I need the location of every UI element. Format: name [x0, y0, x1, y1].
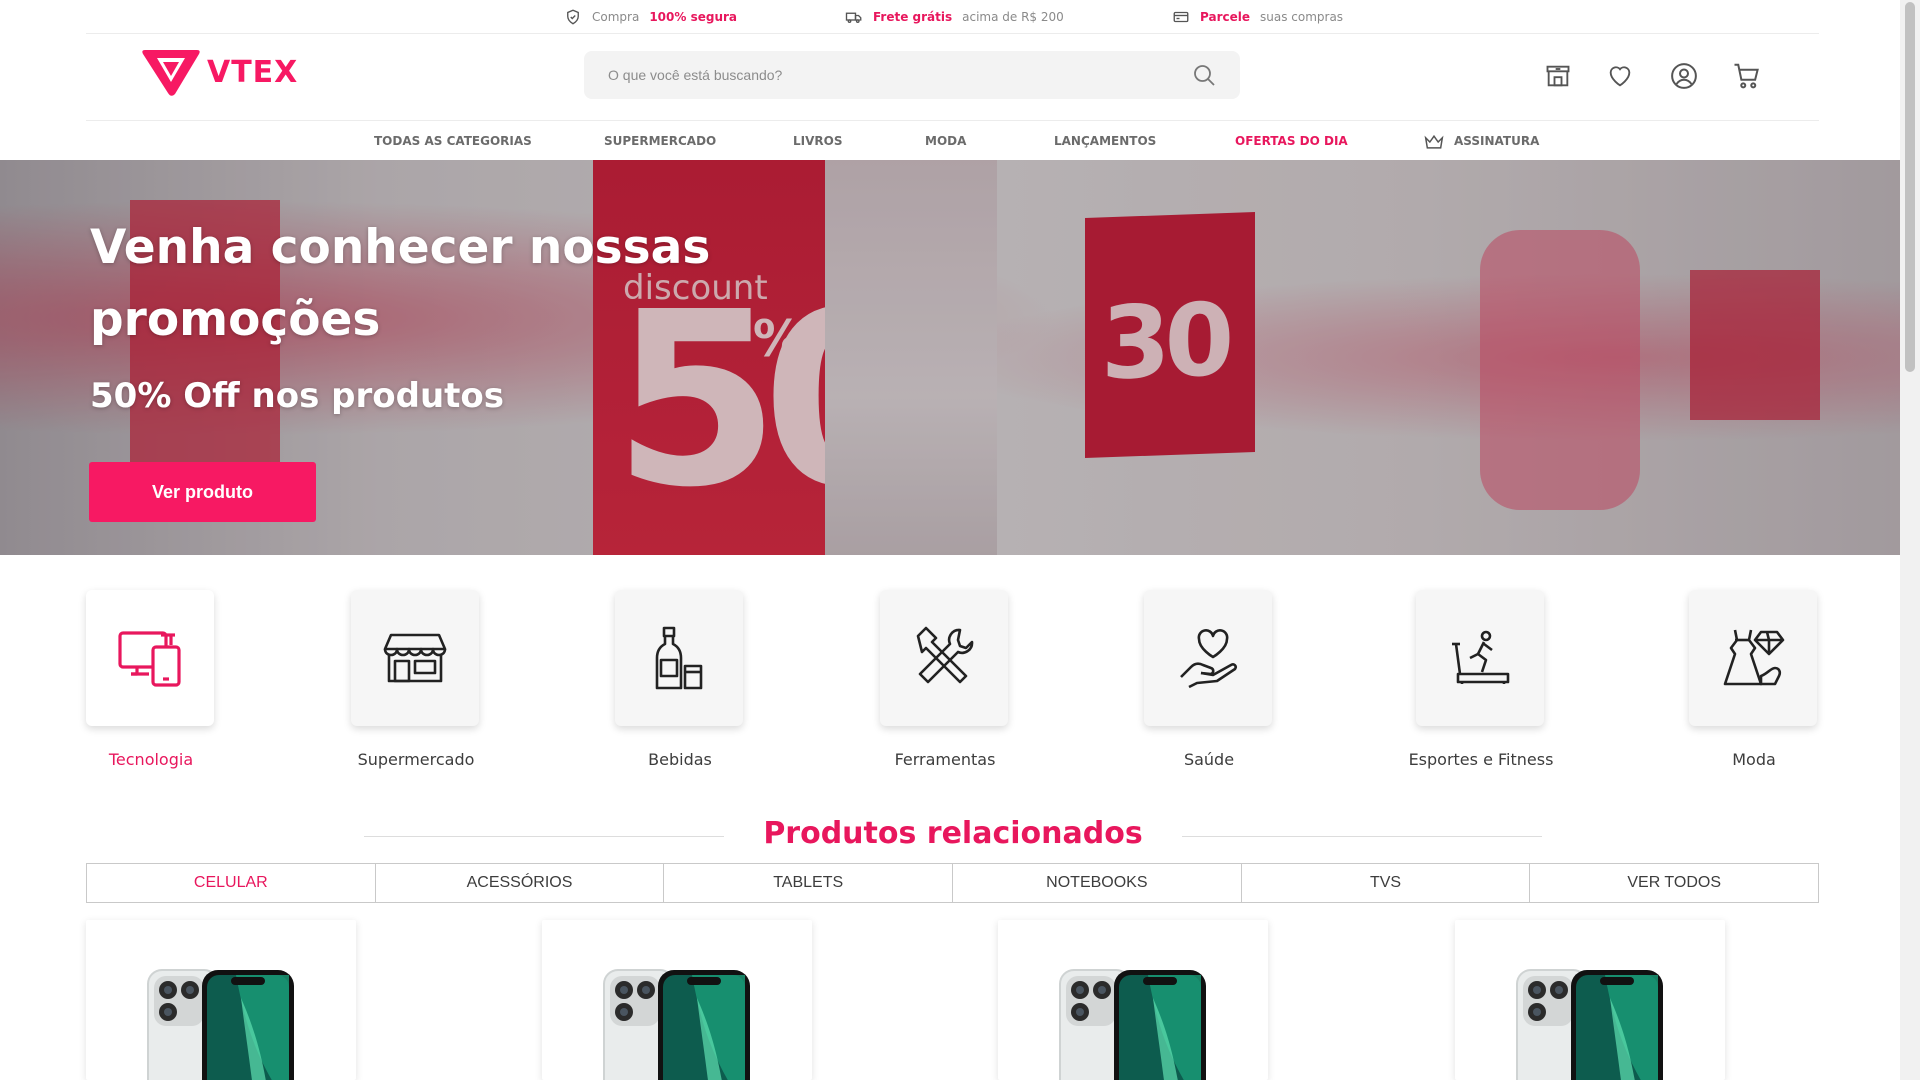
nav-item-moda[interactable]: MODA: [925, 121, 966, 161]
truck-icon: [845, 12, 862, 23]
category-esportes-fitness-box: [1416, 590, 1544, 726]
category-ferramentas-box: [880, 590, 1008, 726]
bottle-icon: [655, 626, 703, 690]
product-card[interactable]: [86, 920, 356, 1080]
vtex-logo-icon: [142, 50, 200, 96]
search-input[interactable]: [584, 51, 1184, 99]
category-label: Esportes e Fitness: [1408, 750, 1554, 769]
hero-banner: discount 50 % 30 Venha conhecer nossas p…: [0, 160, 1900, 555]
main-nav: TODAS AS CATEGORIAS SUPERMERCADO LIVROS …: [86, 120, 1819, 160]
header: VTEX: [86, 34, 1819, 120]
secure-highlight: 100% segura: [649, 10, 738, 24]
product-card[interactable]: [542, 920, 812, 1080]
secure-purchase-info: Compra 100% segura: [564, 0, 737, 34]
nav-item-livros[interactable]: LIVROS: [793, 121, 842, 161]
nav-item-assinatura-label: ASSINATURA: [1454, 134, 1540, 148]
scrollbar-thumb[interactable]: [1905, 2, 1915, 372]
category-saude-box: [1144, 590, 1272, 726]
tab-tvs[interactable]: TVS: [1241, 864, 1531, 902]
category-moda-box: [1689, 590, 1817, 726]
banner-subtitle: 50% Off nos produtos: [90, 376, 504, 416]
user-icon: [1671, 63, 1697, 89]
category-bebidas-box: [615, 590, 743, 726]
store-button[interactable]: [1543, 61, 1573, 91]
search-bar: [584, 51, 1240, 99]
heart-icon: [1609, 66, 1631, 87]
crown-icon: [1424, 134, 1444, 149]
heart-hand-icon: [1180, 629, 1237, 689]
nav-item-assinatura[interactable]: ASSINATURA: [1424, 121, 1539, 161]
iphone-image: [603, 969, 750, 1080]
category-supermercado[interactable]: Supermercado: [351, 590, 481, 769]
page-scrollbar[interactable]: [1900, 0, 1920, 1080]
category-tecnologia[interactable]: Tecnologia: [86, 590, 216, 769]
category-supermercado-box: [351, 590, 479, 726]
free-shipping-info: Frete grátis acima de R$ 200: [845, 0, 1064, 34]
category-ferramentas[interactable]: Ferramentas: [880, 590, 1010, 769]
shipping-highlight: Frete grátis: [873, 10, 953, 24]
category-label: Supermercado: [357, 750, 475, 769]
product-card[interactable]: [998, 920, 1268, 1080]
tab-celular[interactable]: CELULAR: [87, 864, 376, 902]
category-tecnologia-box: [86, 590, 214, 726]
store-icon: [1546, 65, 1570, 87]
logo-text: VTEX: [207, 54, 299, 90]
category-bebidas[interactable]: Bebidas: [615, 590, 745, 769]
top-info-bar: Compra 100% segura Frete grátis acima de…: [0, 0, 1900, 34]
nav-item-all-categories[interactable]: TODAS AS CATEGORIAS: [374, 121, 532, 161]
product-card[interactable]: [1455, 920, 1725, 1080]
installments-highlight: Parcele: [1200, 10, 1250, 24]
treadmill-icon: [1452, 630, 1510, 684]
ver-produto-button[interactable]: Ver produto: [89, 462, 316, 522]
secure-text: Compra: [592, 10, 640, 24]
iphone-image: [1516, 969, 1663, 1080]
related-products-header: Produtos relacionados: [364, 812, 1542, 862]
divider-right: [1182, 836, 1542, 837]
cart-button[interactable]: [1732, 61, 1762, 91]
tools-icon: [916, 626, 974, 684]
tab-ver-todos[interactable]: VER TODOS: [1530, 864, 1819, 902]
store-front-icon: [383, 633, 447, 683]
nav-item-supermercado[interactable]: SUPERMERCADO: [604, 121, 716, 161]
tab-notebooks[interactable]: NOTEBOOKS: [953, 864, 1242, 902]
vtex-logo[interactable]: VTEX: [141, 46, 298, 98]
top-info-bar-inner: Compra 100% segura Frete grátis acima de…: [86, 0, 1819, 34]
category-saude[interactable]: Saúde: [1144, 590, 1274, 769]
related-products-title: Produtos relacionados: [763, 816, 1143, 851]
category-label: Bebidas: [648, 750, 712, 769]
nav-item-ofertas-do-dia[interactable]: OFERTAS DO DIA: [1235, 121, 1348, 161]
cart-icon: [1734, 63, 1759, 89]
category-label: Moda: [1732, 750, 1776, 769]
account-button[interactable]: [1669, 61, 1699, 91]
wishlist-button[interactable]: [1605, 61, 1635, 91]
tab-tablets[interactable]: TABLETS: [664, 864, 954, 902]
search-icon[interactable]: [1192, 63, 1216, 87]
tab-acessorios[interactable]: ACESSÓRIOS: [375, 864, 665, 902]
credit-card-icon: [1173, 11, 1189, 23]
category-esportes-fitness[interactable]: Esportes e Fitness: [1409, 590, 1553, 769]
category-moda[interactable]: Moda: [1689, 590, 1819, 769]
banner-title: Venha conhecer nossas promoções: [90, 220, 711, 347]
installments-text: suas compras: [1260, 10, 1344, 24]
iphone-image: [1059, 969, 1206, 1080]
installments-info: Parcele suas compras: [1172, 0, 1343, 34]
dress-icon: [1723, 629, 1785, 686]
category-label: Saúde: [1183, 750, 1235, 769]
shipping-text: acima de R$ 200: [962, 10, 1064, 24]
category-label: Tecnologia: [108, 750, 194, 769]
related-tabs: CELULAR ACESSÓRIOS TABLETS NOTEBOOKS TVS…: [86, 863, 1819, 903]
iphone-image: [147, 969, 294, 1080]
category-label: Ferramentas: [894, 750, 996, 769]
shield-check-icon: [567, 9, 579, 25]
devices-icon: [118, 631, 181, 687]
nav-item-lancamentos[interactable]: LANÇAMENTOS: [1054, 121, 1156, 161]
